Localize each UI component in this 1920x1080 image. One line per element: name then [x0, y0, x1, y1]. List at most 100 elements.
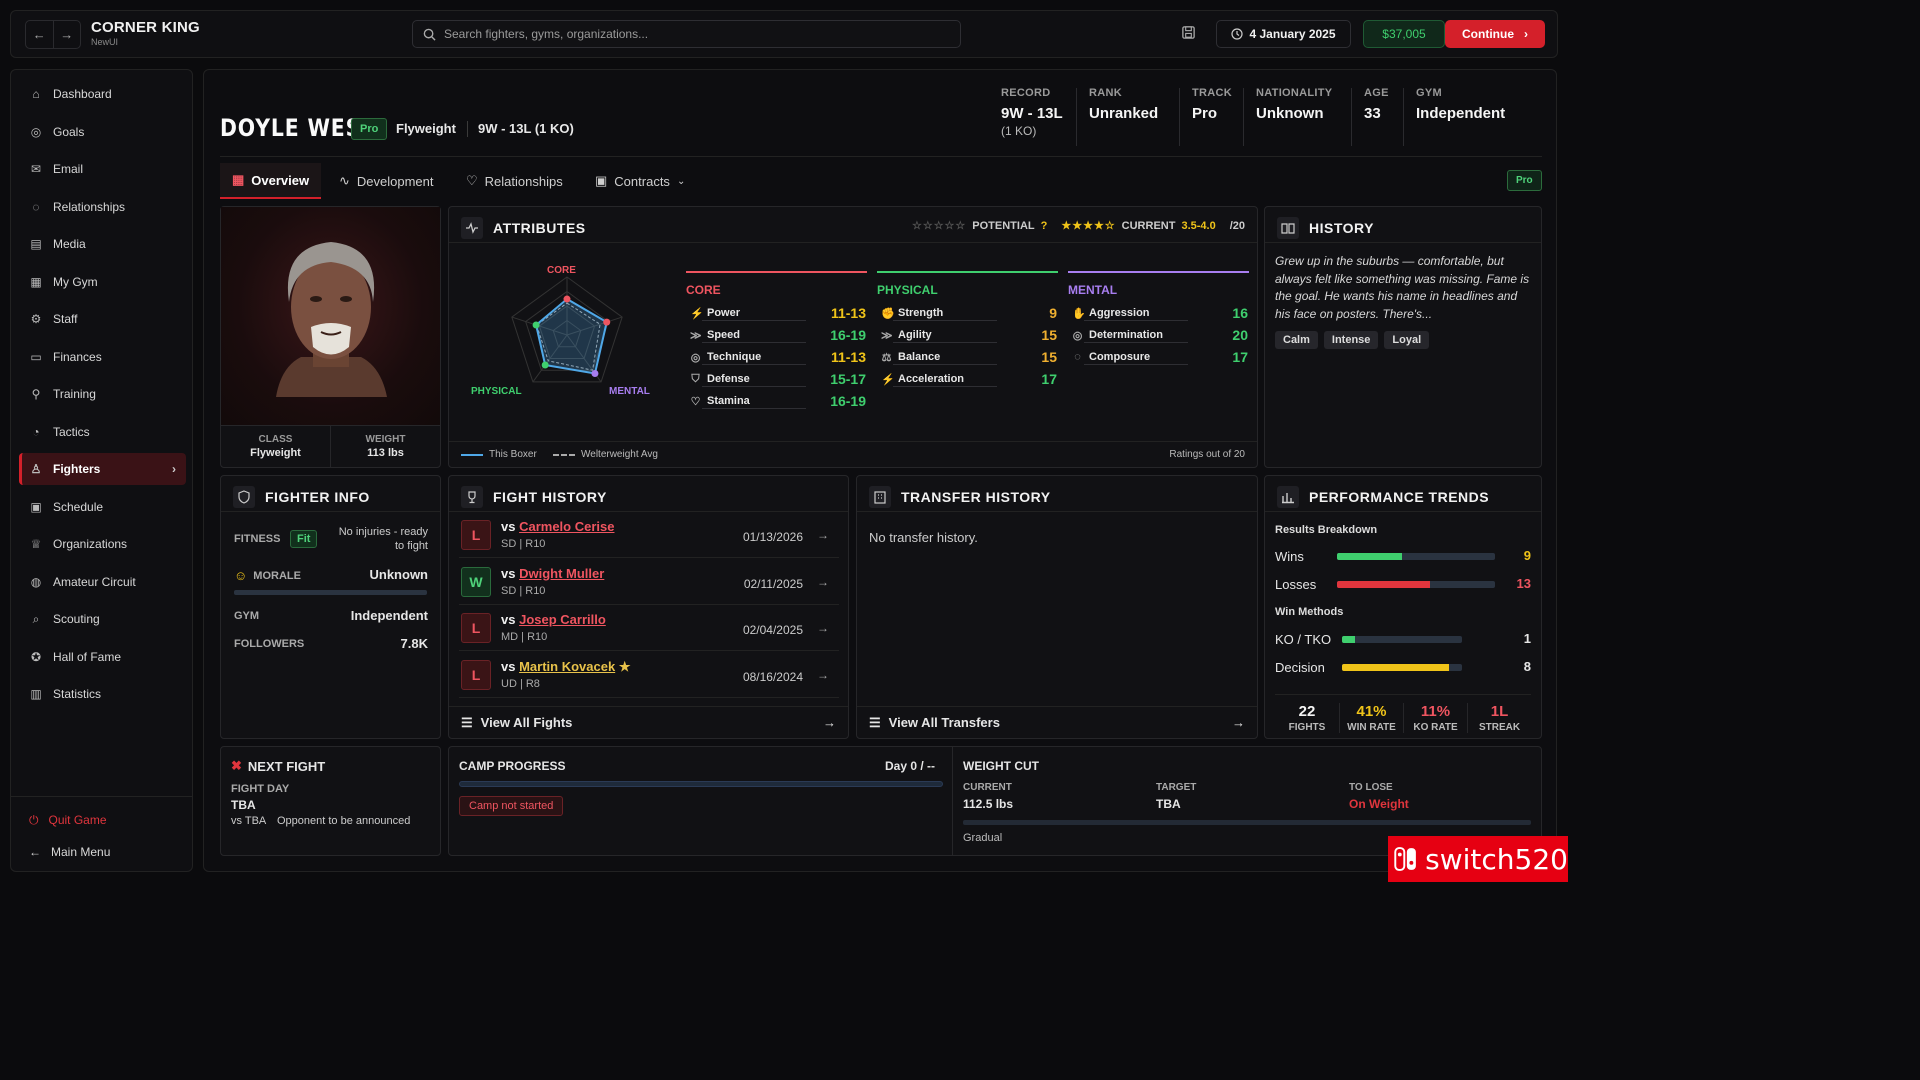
- attr-underline: [893, 320, 997, 321]
- tab-label: Relationships: [484, 173, 563, 189]
- arrow-right-icon[interactable]: →: [817, 575, 829, 589]
- save-icon[interactable]: [1181, 25, 1196, 40]
- pro-badge: Pro: [351, 118, 388, 140]
- search-box[interactable]: [412, 20, 961, 48]
- view-all-transfers-button[interactable]: ☰ View All Transfers →: [857, 706, 1257, 738]
- weight-cut-title: WEIGHT CUT: [963, 759, 1039, 773]
- tab-contracts[interactable]: ▣ Contracts ⌄: [583, 163, 697, 199]
- mail-icon: ✉: [30, 162, 42, 176]
- sidebar-item-statistics[interactable]: ▥ Statistics: [19, 678, 186, 710]
- book-icon: [1277, 217, 1299, 239]
- sidebar-item-schedule[interactable]: ▣ Schedule: [19, 491, 186, 523]
- fight-date: 01/13/2026: [742, 530, 803, 544]
- fight-row[interactable]: Lvs Carmelo Cerise SD | R10 01/13/2026 →: [459, 514, 839, 558]
- sidebar-item-goals[interactable]: ◎ Goals: [19, 116, 186, 148]
- stat-value: 33: [1364, 105, 1381, 122]
- clock-icon: [1231, 28, 1244, 40]
- sidebar-item-relationships[interactable]: ◌ Relationships: [19, 191, 186, 223]
- sidebar-item-dashboard[interactable]: ⌂ Dashboard: [19, 78, 186, 110]
- attributes-card: ATTRIBUTES ☆☆☆☆☆ POTENTIAL ? ★★★★☆ CURRE…: [448, 206, 1258, 468]
- fighter-portrait: [221, 207, 440, 425]
- continue-button[interactable]: Continue ›: [1445, 20, 1545, 48]
- weight-label: WEIGHT: [365, 434, 406, 445]
- sidebar-item-label: Goals: [53, 124, 85, 139]
- tab-development[interactable]: ∿ Development: [327, 163, 446, 199]
- stamina-icon: ♡: [690, 395, 701, 408]
- wins-bar: [1337, 553, 1495, 560]
- wins-label: Wins: [1275, 549, 1304, 564]
- fight-row[interactable]: Lvs Josep Carrillo MD | R10 02/04/2025 →: [459, 607, 839, 651]
- opponent-link[interactable]: Martin Kovacek: [519, 659, 615, 674]
- fight-history-header: FIGHT HISTORY: [461, 486, 607, 508]
- sidebar-item-label: Schedule: [53, 499, 104, 514]
- sidebar-item-my-gym[interactable]: ▦ My Gym: [19, 266, 186, 298]
- losses-value: 13: [1516, 576, 1531, 591]
- tab-relationships[interactable]: ♡ Relationships: [454, 163, 575, 199]
- personality-tag: Loyal: [1384, 331, 1430, 349]
- radar-point: [563, 295, 571, 303]
- attributes-footer: This Boxer Welterweight Avg Ratings out …: [449, 441, 1257, 467]
- app-title: CORNER KING: [91, 19, 200, 36]
- quit-game-button[interactable]: ⏻ Quit Game: [19, 804, 186, 836]
- arrow-right-icon[interactable]: →: [817, 621, 829, 635]
- next-fight-vs: vs TBA: [231, 815, 267, 827]
- fight-row[interactable]: Wvs Dwight Muller SD | R10 02/11/2025 →: [459, 561, 839, 605]
- search-input[interactable]: [444, 27, 924, 41]
- fight-date: 02/04/2025: [742, 623, 803, 637]
- attr-name: ◎ Determination: [1072, 329, 1163, 342]
- sidebar-item-label: Staff: [53, 312, 78, 326]
- sidebar-item-organizations[interactable]: ♕ Organizations: [19, 528, 186, 560]
- current-label: CURRENT: [1121, 219, 1176, 232]
- power-icon: ⏻: [29, 812, 39, 827]
- sidebar-item-label: Amateur Circuit: [53, 574, 136, 589]
- fight-history-card: FIGHT HISTORY ☰ View All Fights → Lvs Ca…: [448, 475, 849, 739]
- main-panel: DOYLE WEST Pro Flyweight 9W - 13L (1 KO)…: [203, 69, 1557, 872]
- bar-chart-icon: [1277, 486, 1299, 508]
- morale-value: Unknown: [369, 567, 429, 582]
- fight-row[interactable]: Lvs Martin Kovacek ★ UD | R8 08/16/2024 →: [459, 654, 839, 698]
- perf-stat-streak: 1L STREAK: [1467, 703, 1531, 733]
- sidebar-item-hall-of-fame[interactable]: ✪ Hall of Fame: [19, 641, 186, 673]
- fight-method: SD | R10: [501, 584, 546, 597]
- sidebar-item-email[interactable]: ✉ Email: [19, 153, 186, 185]
- continue-label: Continue: [1462, 27, 1514, 41]
- opponent-link[interactable]: Josep Carrillo: [519, 612, 606, 627]
- sidebar-item-label: Tactics: [53, 424, 90, 439]
- opponent-link[interactable]: Carmelo Cerise: [519, 519, 614, 534]
- fight-result-badge: L: [461, 659, 491, 690]
- tab-overview[interactable]: ▦ Overview: [220, 163, 322, 199]
- opponent-link[interactable]: Dwight Muller: [519, 566, 604, 581]
- next-fight-note: Opponent to be announced: [277, 815, 411, 827]
- arrow-right-icon[interactable]: →: [817, 528, 829, 542]
- attr-label: Power: [707, 307, 741, 319]
- camp-status-badge: Camp not started: [459, 796, 564, 816]
- performance-stats: 22 FIGHTS 41% WIN RATE 11% KO RATE 1L STREAK: [1275, 694, 1531, 734]
- attr-label: Composure: [1089, 351, 1151, 363]
- arrow-right-icon[interactable]: →: [817, 668, 829, 682]
- sidebar-item-amateur-circuit[interactable]: ◍ Amateur Circuit: [19, 566, 186, 598]
- perf-stat-value: 41%: [1356, 703, 1387, 720]
- current-weight-value: 112.5 lbs: [963, 797, 1014, 811]
- sidebar-item-training[interactable]: ⚲ Training: [19, 378, 186, 410]
- forward-arrow-icon[interactable]: →: [52, 21, 81, 48]
- sidebar-item-finances[interactable]: ▭ Finances: [19, 341, 186, 373]
- sidebar-item-scouting[interactable]: ⌕ Scouting: [19, 603, 186, 635]
- current-stars: ★★★★☆: [1061, 220, 1116, 232]
- list-icon: ☰: [461, 714, 473, 730]
- to-lose-label: TO LOSE: [1349, 782, 1393, 793]
- attributes-header: ATTRIBUTES: [461, 217, 586, 239]
- stat-label: RANK: [1089, 87, 1122, 99]
- main-menu-button[interactable]: ← Main Menu: [19, 836, 186, 868]
- attr-row-power: ⚡ Power 11-13: [690, 303, 866, 323]
- sidebar-item-staff[interactable]: ⚙ Staff: [19, 303, 186, 335]
- sidebar-item-tactics[interactable]: ◔ Tactics: [19, 416, 186, 448]
- sidebar-item-media[interactable]: ▤ Media: [19, 228, 186, 260]
- weight-class: Flyweight: [396, 121, 456, 136]
- attr-label: Agility: [898, 329, 932, 341]
- legend-this-label: This Boxer: [489, 449, 537, 460]
- view-all-fights-button[interactable]: ☰ View All Fights →: [449, 706, 848, 738]
- sidebar-item-fighters[interactable]: ♙ Fighters ›: [19, 453, 186, 485]
- header-separator: [467, 121, 468, 137]
- attr-group-mental: MENTAL: [1068, 271, 1249, 297]
- back-arrow-icon[interactable]: ←: [26, 21, 53, 48]
